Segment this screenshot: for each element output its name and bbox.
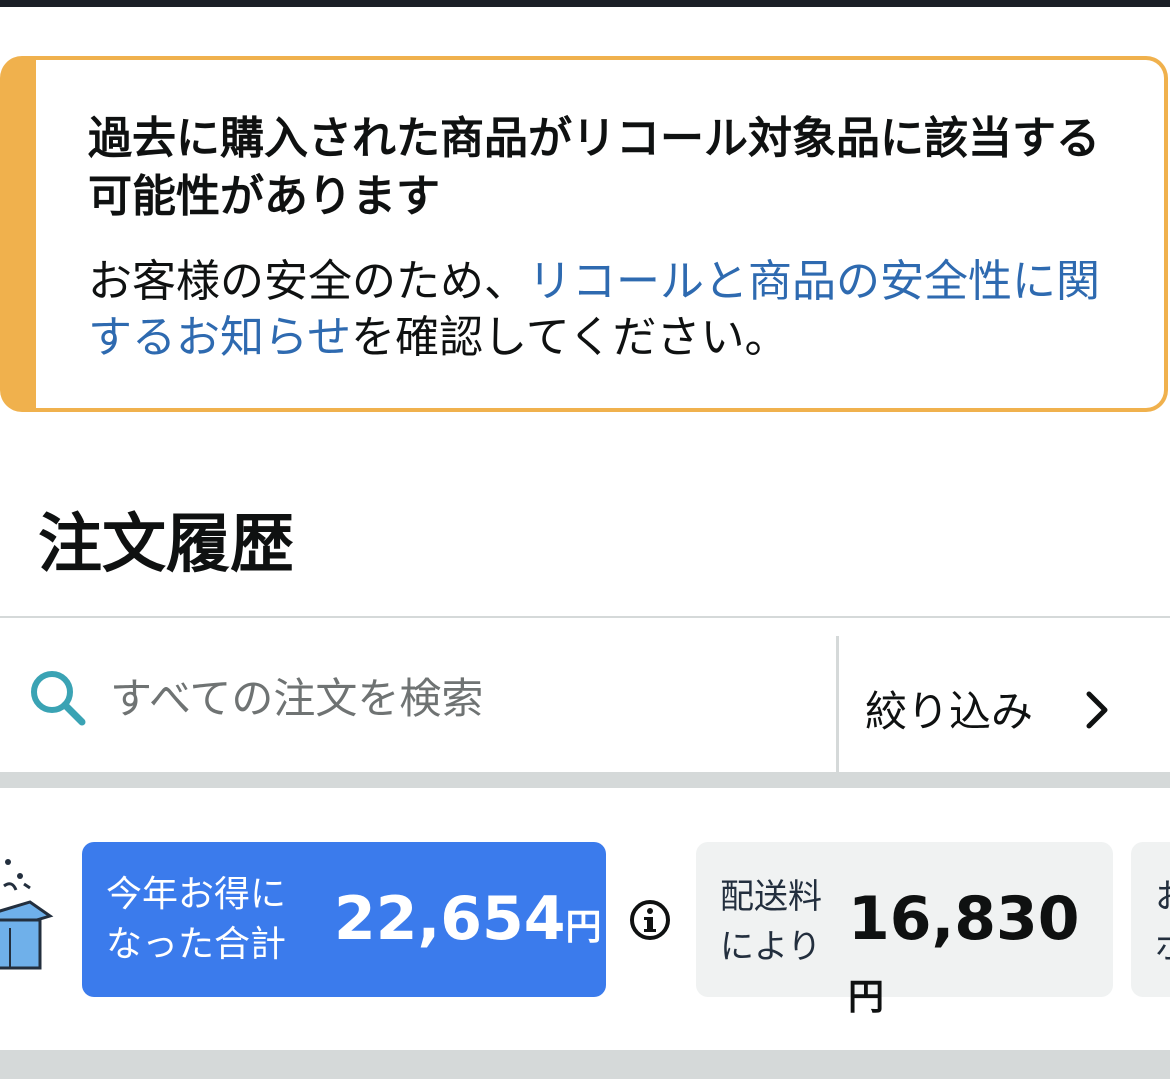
info-icon[interactable] <box>628 898 672 942</box>
page-title: 注文履歴 <box>38 508 294 582</box>
filter-button[interactable]: 絞り込み <box>839 618 1170 772</box>
section-divider-bottom <box>0 1050 1170 1079</box>
top-bar <box>0 0 1170 7</box>
box-icon <box>0 859 54 970</box>
savings-total-label: 今年お得に なった合計 <box>106 870 286 970</box>
search-box[interactable] <box>0 618 836 772</box>
shipping-savings-card[interactable]: 配送料 により 16,830 円 <box>696 842 1113 1018</box>
savings-total-label-line1: 今年お得に <box>106 874 287 915</box>
recall-alert-body: お客様の安全のため、リコールと商品の安全性に関するお知らせを確認してください。 <box>88 254 1124 366</box>
savings-strip: 今年お得に なった合計 22,654円 配送料 により 16,830円 お ポ <box>0 788 1170 1050</box>
savings-total-value: 22,654 <box>334 884 566 954</box>
shipping-savings-value: 16,830 <box>848 884 1080 954</box>
points-savings-label-line1: お <box>1155 872 1170 922</box>
points-savings-card[interactable]: お ポ <box>1131 842 1170 997</box>
shipping-savings-label-line1: 配送料 <box>720 877 822 917</box>
points-savings-label-line2: ポ <box>1155 922 1170 972</box>
shipping-savings-label: 配送料 により <box>720 872 822 972</box>
points-savings-label: お ポ <box>1155 872 1170 972</box>
shipping-savings-unit: 円 <box>848 977 885 1018</box>
shipping-savings-amount: 16,830 円 <box>848 884 1113 1033</box>
search-icon <box>31 671 86 726</box>
recall-alert: 過去に購入された商品がリコール対象品に該当する可能性があります お客様の安全のた… <box>0 56 1168 412</box>
savings-total-unit: 円 <box>565 907 602 948</box>
recall-alert-title: 過去に購入された商品がリコール対象品に該当する可能性があります <box>88 113 1100 222</box>
search-row: 絞り込み <box>0 616 1170 772</box>
recall-alert-text-end: を確認してください。 <box>351 312 789 363</box>
chevron-right-icon <box>1086 691 1108 729</box>
filter-label: 絞り込み <box>865 687 1034 736</box>
search-input[interactable] <box>110 658 810 738</box>
savings-total-card[interactable]: 今年お得に なった合計 22,654円 <box>82 842 606 997</box>
savings-total-label-line2: なった合計 <box>106 924 287 965</box>
section-divider <box>0 772 1170 788</box>
shipping-savings-label-line2: により <box>720 927 822 967</box>
recall-alert-text: お客様の安全のため、 <box>88 256 528 307</box>
savings-total-amount: 22,654円 <box>334 884 602 963</box>
